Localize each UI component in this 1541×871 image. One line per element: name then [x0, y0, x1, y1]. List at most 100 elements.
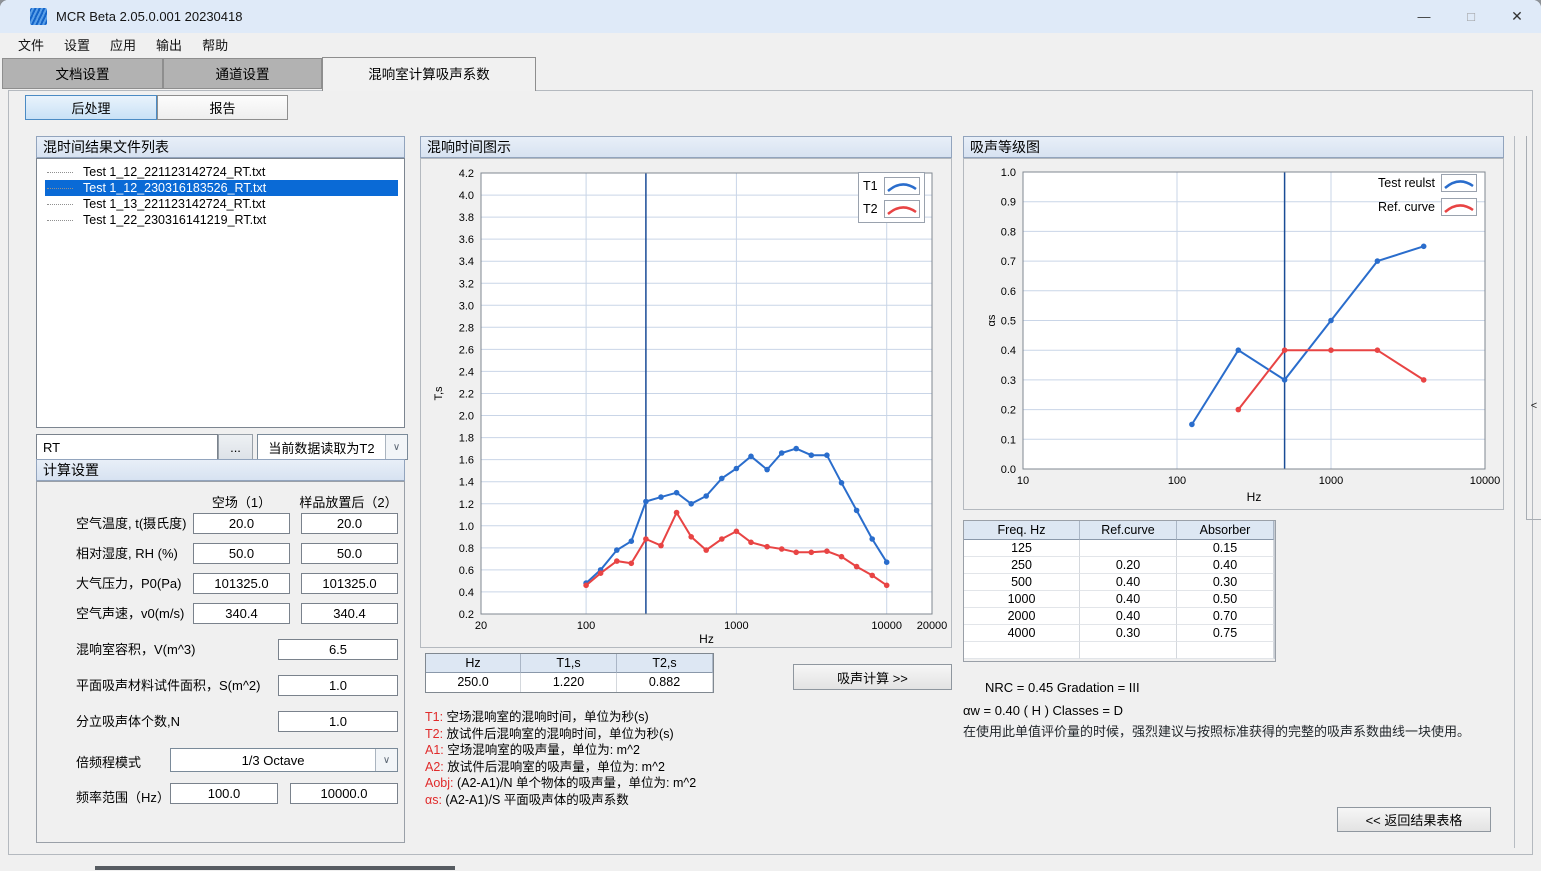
svg-text:3.4: 3.4 [459, 256, 474, 268]
readout-value-cell: 250.0 [426, 673, 521, 692]
app-icon [30, 8, 47, 25]
field-input-1[interactable]: 101325.0 [193, 573, 290, 594]
svg-text:1.0: 1.0 [459, 521, 474, 533]
field-input-1[interactable]: 20.0 [193, 513, 290, 534]
chevron-down-icon[interactable]: ∨ [385, 435, 407, 459]
calc-settings-group: 空场（1） 样品放置后（2） 倍频程模式 1/3 Octave ∨ 频率范围（H… [36, 481, 405, 843]
svg-text:0.8: 0.8 [459, 543, 474, 555]
menu-item-5[interactable]: 帮助 [192, 33, 238, 58]
tab-1[interactable]: 文档设置 [2, 58, 163, 89]
svg-text:1000: 1000 [1319, 475, 1343, 487]
octave-mode-dropdown[interactable]: 1/3 Octave ∨ [170, 748, 398, 772]
svg-text:3.6: 3.6 [459, 234, 474, 246]
curve-icon [884, 200, 920, 218]
file-list-item[interactable]: Test 1_13_221123142724_RT.txt [45, 196, 398, 212]
svg-text:1.8: 1.8 [459, 433, 474, 445]
field-input-2[interactable]: 50.0 [301, 543, 398, 564]
grade-chart[interactable]: 0.00.10.20.30.40.50.60.70.80.91.01010010… [963, 158, 1504, 510]
menu-item-1[interactable]: 文件 [8, 33, 54, 58]
chevron-down-icon[interactable]: ∨ [375, 749, 397, 771]
menu-bar: 文件设置应用输出帮助 [0, 33, 1541, 58]
tab-3[interactable]: 混响室计算吸声系数 [322, 57, 536, 91]
grade-cell: 0.75 [1177, 625, 1274, 642]
menu-item-3[interactable]: 应用 [100, 33, 146, 58]
file-list-panel-title: 混时间结果文件列表 [36, 136, 405, 158]
freq-range-min-input[interactable]: 100.0 [170, 783, 278, 804]
svg-text:3.8: 3.8 [459, 212, 474, 224]
readout-header-cell: T2,s [617, 654, 713, 673]
file-list-item[interactable]: Test 1_12_230316183526_RT.txt [45, 180, 398, 196]
file-list-item[interactable]: Test 1_22_230316141219_RT.txt [45, 212, 398, 228]
minimize-button[interactable]: — [1401, 0, 1447, 33]
rt-chart[interactable]: 0.20.40.60.81.01.21.41.61.82.02.22.42.62… [420, 158, 952, 648]
field-label: 相对湿度, RH (%) [76, 543, 178, 564]
field-input-2[interactable]: 20.0 [301, 513, 398, 534]
field-input[interactable]: 1.0 [278, 675, 398, 696]
file-name: Test 1_12_221123142724_RT.txt [83, 164, 265, 180]
note-text: (A2-A1)/S 平面吸声体的吸声系数 [442, 793, 629, 807]
rt-chart-svg[interactable]: 0.20.40.60.81.01.21.41.61.82.02.22.42.62… [421, 159, 951, 647]
note-line: αs: (A2-A1)/S 平面吸声体的吸声系数 [425, 792, 945, 809]
svg-text:0.3: 0.3 [1001, 375, 1016, 387]
svg-text:1.0: 1.0 [1001, 167, 1016, 179]
svg-text:1000: 1000 [724, 620, 748, 632]
svg-text:0.9: 0.9 [1001, 197, 1016, 209]
readout-header-cell: T1,s [521, 654, 617, 673]
data-read-mode-dropdown[interactable]: 当前数据读取为T2 ∨ [257, 434, 408, 460]
svg-text:αs: αs [986, 314, 998, 326]
freq-range-max-input[interactable]: 10000.0 [290, 783, 398, 804]
svg-text:0.4: 0.4 [459, 587, 474, 599]
close-button[interactable]: ✕ [1494, 0, 1540, 33]
app-window: MCR Beta 2.05.0.001 20230418 — □ ✕ 文件设置应… [0, 0, 1541, 871]
file-name: Test 1_12_230316183526_RT.txt [83, 180, 266, 196]
file-list-item[interactable]: Test 1_12_221123142724_RT.txt [45, 164, 398, 180]
grade-header-cell[interactable]: Absorber [1177, 521, 1274, 540]
grade-cell: 4000 [964, 625, 1080, 642]
menu-item-2[interactable]: 设置 [54, 33, 100, 58]
grade-cell: 0.40 [1080, 608, 1177, 625]
grade-cell: 0.15 [1177, 540, 1274, 557]
field-input-2[interactable]: 101325.0 [301, 573, 398, 594]
browse-button[interactable]: ... [218, 434, 253, 460]
collapse-strip [1526, 136, 1541, 520]
tab-2[interactable]: 通道设置 [163, 58, 322, 89]
note-line: T2: 放试件后混响室的混响时间，单位为秒(s) [425, 726, 945, 743]
subtab-2[interactable]: 报告 [157, 95, 288, 120]
readout-header-cell: Hz [426, 654, 521, 673]
rt-name-input[interactable] [36, 434, 218, 460]
absorption-calc-button[interactable]: 吸声计算 >> [793, 664, 952, 690]
file-name: Test 1_13_221123142724_RT.txt [83, 196, 265, 212]
field-input-2[interactable]: 340.4 [301, 603, 398, 624]
note-key: A2: [425, 760, 444, 774]
svg-text:0.7: 0.7 [1001, 256, 1016, 268]
grade-table-container: Freq. HzRef.curveAbsorber1250.152500.200… [963, 520, 1276, 662]
grade-header-cell[interactable]: Freq. Hz [964, 521, 1080, 540]
grade-cell: 0.70 [1177, 608, 1274, 625]
field-label: 空气声速，v0(m/s) [76, 603, 184, 624]
svg-text:20: 20 [475, 620, 487, 632]
subtab-bar: 后处理报告 [25, 95, 288, 120]
collapse-panel-button[interactable]: < [1528, 398, 1540, 414]
file-list[interactable]: Test 1_12_221123142724_RT.txtTest 1_12_2… [36, 158, 405, 428]
field-input[interactable]: 1.0 [278, 711, 398, 732]
curve-icon [884, 177, 920, 195]
svg-text:Hz: Hz [699, 632, 714, 646]
field-label: 混响室容积，V(m^3) [76, 639, 196, 660]
field-input-1[interactable]: 340.4 [193, 603, 290, 624]
svg-text:1.2: 1.2 [459, 499, 474, 511]
subtab-1[interactable]: 后处理 [25, 95, 157, 120]
curve-icon [1441, 198, 1477, 216]
grade-header-cell[interactable]: Ref.curve [1080, 521, 1177, 540]
svg-text:100: 100 [577, 620, 595, 632]
grade-cell: 0.40 [1080, 574, 1177, 591]
calc-settings-title: 计算设置 [36, 459, 405, 481]
note-line: Aobj: (A2-A1)/N 单个物体的吸声量，单位为: m^2 [425, 775, 945, 792]
column-header-with-sample: 样品放置后（2） [291, 492, 406, 511]
field-input-1[interactable]: 50.0 [193, 543, 290, 564]
back-to-results-button[interactable]: << 返回结果表格 [1337, 807, 1491, 832]
maximize-button[interactable]: □ [1448, 0, 1494, 33]
field-input[interactable]: 6.5 [278, 639, 398, 660]
svg-text:0.5: 0.5 [1001, 316, 1016, 328]
field-label: 大气压力，P0(Pa) [76, 573, 181, 594]
menu-item-4[interactable]: 输出 [146, 33, 192, 58]
